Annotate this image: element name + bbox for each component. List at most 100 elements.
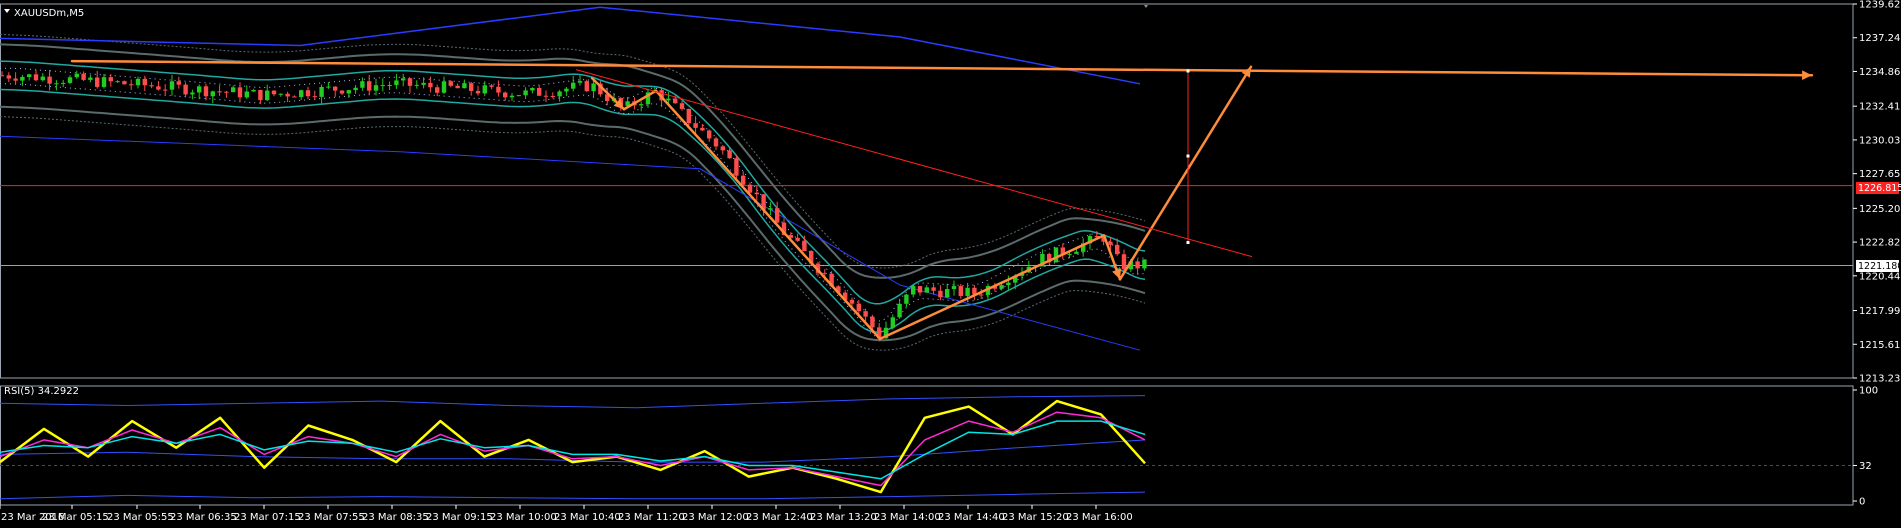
candle (1121, 254, 1127, 270)
rsi-series-line (0, 420, 1146, 480)
candle (394, 80, 399, 86)
candle (292, 96, 297, 98)
x-tick-label: 23 Mar 09:15 (426, 512, 493, 523)
bid-price-label: 1221.180 (1858, 261, 1901, 272)
candle (775, 208, 780, 223)
candle (795, 237, 800, 241)
x-tick-label: 23 Mar 08:35 (362, 512, 429, 523)
candle (135, 78, 141, 86)
x-tick-label: 23 Mar 10:40 (554, 512, 621, 523)
candle (856, 303, 861, 312)
x-tick-label: 23 Mar 15:20 (1002, 512, 1069, 523)
x-tick-label: 23 Mar 14:00 (874, 512, 941, 523)
candle (931, 287, 936, 291)
red-line-price-label: 1226.815 (1858, 183, 1901, 194)
rsi-tick-label: 32 (1859, 461, 1872, 472)
teal-band-upper (0, 60, 1146, 305)
candle (299, 90, 304, 98)
candle (47, 76, 52, 84)
candle (496, 86, 501, 93)
candle (142, 78, 147, 86)
candle (1074, 251, 1079, 254)
y-tick-label: 1227.658 (1859, 169, 1901, 180)
rsi-tick-label: 0 (1859, 497, 1865, 508)
candle (482, 85, 487, 94)
candle (713, 138, 719, 147)
y-tick-label: 1222.828 (1859, 238, 1901, 249)
candle (1067, 253, 1072, 255)
descending-trendline (575, 69, 1253, 258)
y-tick-label: 1232.418 (1859, 102, 1901, 113)
candle (380, 85, 385, 87)
candle (203, 86, 209, 97)
x-tick-label: 23 Mar 05:15 (42, 512, 109, 523)
candle (639, 104, 644, 106)
candle (849, 299, 855, 304)
candle (326, 86, 331, 88)
candle (802, 240, 807, 252)
candle (95, 77, 100, 87)
candle (564, 88, 569, 92)
rsi-series-line (0, 411, 1146, 487)
candle (74, 73, 79, 78)
candle (407, 78, 413, 86)
x-tick-label: 23 Mar 12:00 (682, 512, 749, 523)
candle (428, 82, 433, 88)
chart-title: XAUUSDm,M5 (14, 8, 84, 19)
measure-handle[interactable] (1186, 69, 1190, 73)
x-tick-label: 23 Mar 12:40 (746, 512, 813, 523)
triangle-down-icon[interactable] (4, 9, 10, 13)
measure-handle[interactable] (1186, 154, 1190, 158)
candle (550, 96, 555, 98)
measure-handle[interactable] (1186, 240, 1190, 244)
candle (197, 86, 202, 93)
rsi-series-line (0, 399, 1146, 494)
rsi-panel-border (0, 385, 1854, 506)
candle (686, 108, 691, 124)
candle (1135, 261, 1140, 269)
candle (822, 272, 827, 274)
candle (965, 287, 970, 296)
dots-upper (0, 67, 1145, 322)
candle (741, 175, 746, 185)
candle (475, 90, 481, 94)
rsi-panel (0, 395, 1853, 500)
blue-ma-lower (0, 135, 1141, 351)
x-tick-label: 23 Mar 11:20 (618, 512, 685, 523)
candle (278, 93, 283, 95)
candle (271, 90, 277, 95)
y-tick-label: 1215.618 (1859, 340, 1901, 351)
candle (469, 83, 474, 91)
candle (6, 75, 11, 79)
x-tick-label: 23 Mar 07:15 (234, 512, 301, 523)
candle (523, 90, 528, 96)
candle (224, 91, 229, 93)
y-tick-label: 1230.038 (1859, 135, 1901, 146)
candle (163, 89, 168, 91)
rsi-tick-label: 100 (1859, 386, 1878, 397)
candle (421, 82, 426, 85)
x-tick-label: 23 Mar 05:55 (107, 512, 174, 523)
candle (938, 290, 943, 298)
candle (414, 84, 419, 86)
candle (1006, 282, 1011, 286)
dotted-band-lower (0, 116, 1146, 351)
candle (33, 74, 39, 81)
candle (503, 92, 508, 98)
candle (693, 123, 698, 128)
chart-canvas: 1239.628 1237.248 1234.868 1232.418 1230.038… (0, 0, 1901, 523)
candle (312, 96, 317, 98)
candle (591, 83, 596, 92)
candle (489, 85, 494, 87)
x-tick-label: 23 Mar 07:55 (298, 512, 365, 523)
y-tick-label: 1234.868 (1859, 67, 1901, 78)
candle (999, 285, 1004, 289)
resistance-line (70, 59, 1814, 77)
candle (435, 87, 440, 93)
candle (169, 81, 175, 90)
candle (720, 146, 725, 151)
candle (88, 77, 93, 80)
candle (101, 77, 107, 87)
candle (122, 81, 127, 85)
candle (584, 81, 589, 92)
